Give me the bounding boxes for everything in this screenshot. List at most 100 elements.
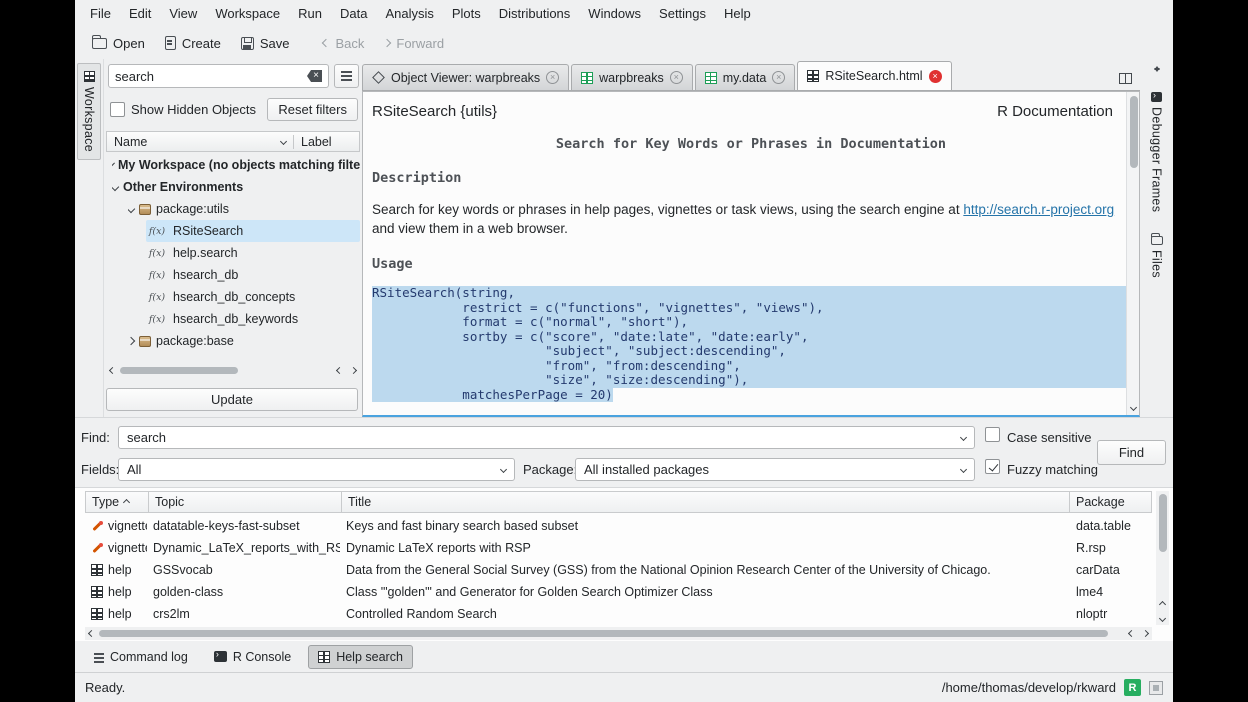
scroll-right-icon[interactable] [1142,630,1149,637]
help-page-icon [91,586,103,598]
result-row[interactable]: vignette Dynamic_LaTeX_reports_with_RSP … [85,537,1152,559]
menu-analysis[interactable]: Analysis [376,2,442,25]
clear-search-icon[interactable] [307,70,322,82]
tree-row-other-environments[interactable]: Other Environments [112,176,360,198]
help-header-right: R Documentation [997,103,1113,120]
back-arrow-icon [322,39,330,47]
tree-row-my-workspace[interactable]: My Workspace (no objects matching filter [112,154,360,176]
r-engine-status-badge[interactable]: R [1124,679,1141,696]
configure-columns-button[interactable] [334,64,359,88]
tree-row-package-utils[interactable]: package:utils [128,198,360,220]
menu-plots[interactable]: Plots [443,2,490,25]
tab-warpbreaks[interactable]: warpbreaks [571,64,693,90]
close-tab-icon[interactable] [546,71,559,84]
help-vertical-scrollbar[interactable] [1126,92,1139,415]
scroll-left-icon[interactable] [336,367,343,374]
tree-column-header[interactable]: Name Label [106,131,360,152]
menu-workspace[interactable]: Workspace [206,2,289,25]
close-tab-icon[interactable] [929,70,942,83]
search-r-project-link[interactable]: http://search.r-project.org [963,202,1114,217]
result-row[interactable]: help GSSvocab Data from the General Soci… [85,559,1152,581]
scrollbar-thumb[interactable] [120,367,238,374]
tab-my-data[interactable]: my.data [695,64,796,90]
split-view-icon[interactable] [1119,73,1132,84]
function-icon [146,314,168,325]
expander-icon[interactable] [112,183,119,191]
menu-run[interactable]: Run [289,2,331,25]
help-search-tab[interactable]: Help search [308,645,413,669]
tree-row-hsearch-db[interactable]: hsearch_db [146,264,360,286]
fields-combobox[interactable]: All [118,458,515,481]
show-hidden-checkbox[interactable] [110,102,125,117]
vignette-icon [91,542,103,554]
package-combobox[interactable]: All installed packages [575,458,975,481]
scroll-left-icon[interactable] [88,630,95,637]
tab-rsitesearch-html[interactable]: RSiteSearch.html [797,61,951,90]
scrollbar-thumb[interactable] [1130,96,1138,168]
expander-icon[interactable] [112,163,115,168]
rkward-window: File Edit View Workspace Run Data Analys… [75,0,1173,702]
menu-help[interactable]: Help [715,2,760,25]
expander-icon[interactable] [128,337,135,345]
workspace-search-input[interactable]: search [108,64,329,88]
update-button[interactable]: Update [106,388,358,411]
dock-arrange-icon[interactable] [1152,63,1162,75]
scroll-down-icon[interactable] [1159,615,1166,622]
scroll-left-icon[interactable] [1128,630,1135,637]
scroll-right-icon[interactable] [350,367,357,374]
save-button[interactable]: Save [232,32,299,55]
result-row[interactable]: help crs2lm Controlled Random Search nlo… [85,603,1152,625]
menu-settings[interactable]: Settings [650,2,715,25]
workspace-dock-tab[interactable]: Workspace [77,63,101,160]
menu-distributions[interactable]: Distributions [490,2,580,25]
back-button[interactable]: Back [314,32,373,55]
debugger-frames-dock-tab[interactable]: Debugger Frames [1148,85,1166,219]
tree-row-hsearch-db-concepts[interactable]: hsearch_db_concepts [146,286,360,308]
menu-view[interactable]: View [160,2,206,25]
command-log-icon [94,653,104,655]
scroll-up-icon[interactable] [1159,601,1166,608]
scroll-left-icon[interactable] [109,367,116,374]
results-horizontal-scrollbar[interactable] [85,627,1152,640]
menu-data[interactable]: Data [331,2,376,25]
fuzzy-matching-checkbox[interactable] [985,459,1000,474]
tree-row-package-base[interactable]: package:base [128,330,360,352]
help-title: Search for Key Words or Phrases in Docum… [363,136,1139,152]
forward-button[interactable]: Forward [375,32,453,55]
results-header[interactable]: Type Topic Title Package [85,491,1152,513]
scrollbar-thumb[interactable] [1159,494,1167,552]
reset-filters-button[interactable]: Reset filters [267,98,358,121]
menu-file[interactable]: File [81,2,120,25]
open-button[interactable]: Open [83,32,154,55]
scroll-down-icon[interactable] [1130,404,1137,411]
console-icon [214,651,227,662]
menu-windows[interactable]: Windows [579,2,650,25]
menu-edit[interactable]: Edit [120,2,160,25]
new-file-icon [165,36,176,50]
expander-icon[interactable] [128,205,135,213]
tree-row-hsearch-db-keywords[interactable]: hsearch_db_keywords [146,308,360,330]
r-console-tab[interactable]: R Console [205,646,300,668]
result-row[interactable]: vignette datatable-keys-fast-subset Keys… [85,515,1152,537]
cwd-indicator-icon[interactable] [1149,681,1163,695]
scrollbar-thumb[interactable] [99,630,1108,637]
close-tab-icon[interactable] [670,71,683,84]
help-page-icon [91,564,103,576]
tree-row-rsitesearch[interactable]: RSiteSearch [146,220,360,242]
case-sensitive-checkbox[interactable] [985,427,1000,442]
create-button[interactable]: Create [156,32,230,55]
find-combobox[interactable]: search [118,426,975,449]
result-row[interactable]: help golden-class Class '"golden"' and G… [85,581,1152,603]
close-tab-icon[interactable] [772,71,785,84]
workspace-horizontal-scrollbar[interactable] [106,364,360,377]
files-dock-tab[interactable]: Files [1148,229,1166,285]
tree-row-help-search[interactable]: help.search [146,242,360,264]
command-log-tab[interactable]: Command log [85,646,197,668]
search-results-table: Type Topic Title Package vignette datata… [75,487,1173,641]
find-button[interactable]: Find [1097,440,1166,465]
fuzzy-matching-label: Fuzzy matching [1007,462,1098,477]
usage-code-block[interactable]: RSiteSearch(string, restrict = c("functi… [372,286,1130,402]
results-vertical-scrollbar[interactable] [1156,491,1169,625]
tab-object-viewer-warpbreaks[interactable]: Object Viewer: warpbreaks [362,64,569,90]
help-search-icon [318,651,330,663]
